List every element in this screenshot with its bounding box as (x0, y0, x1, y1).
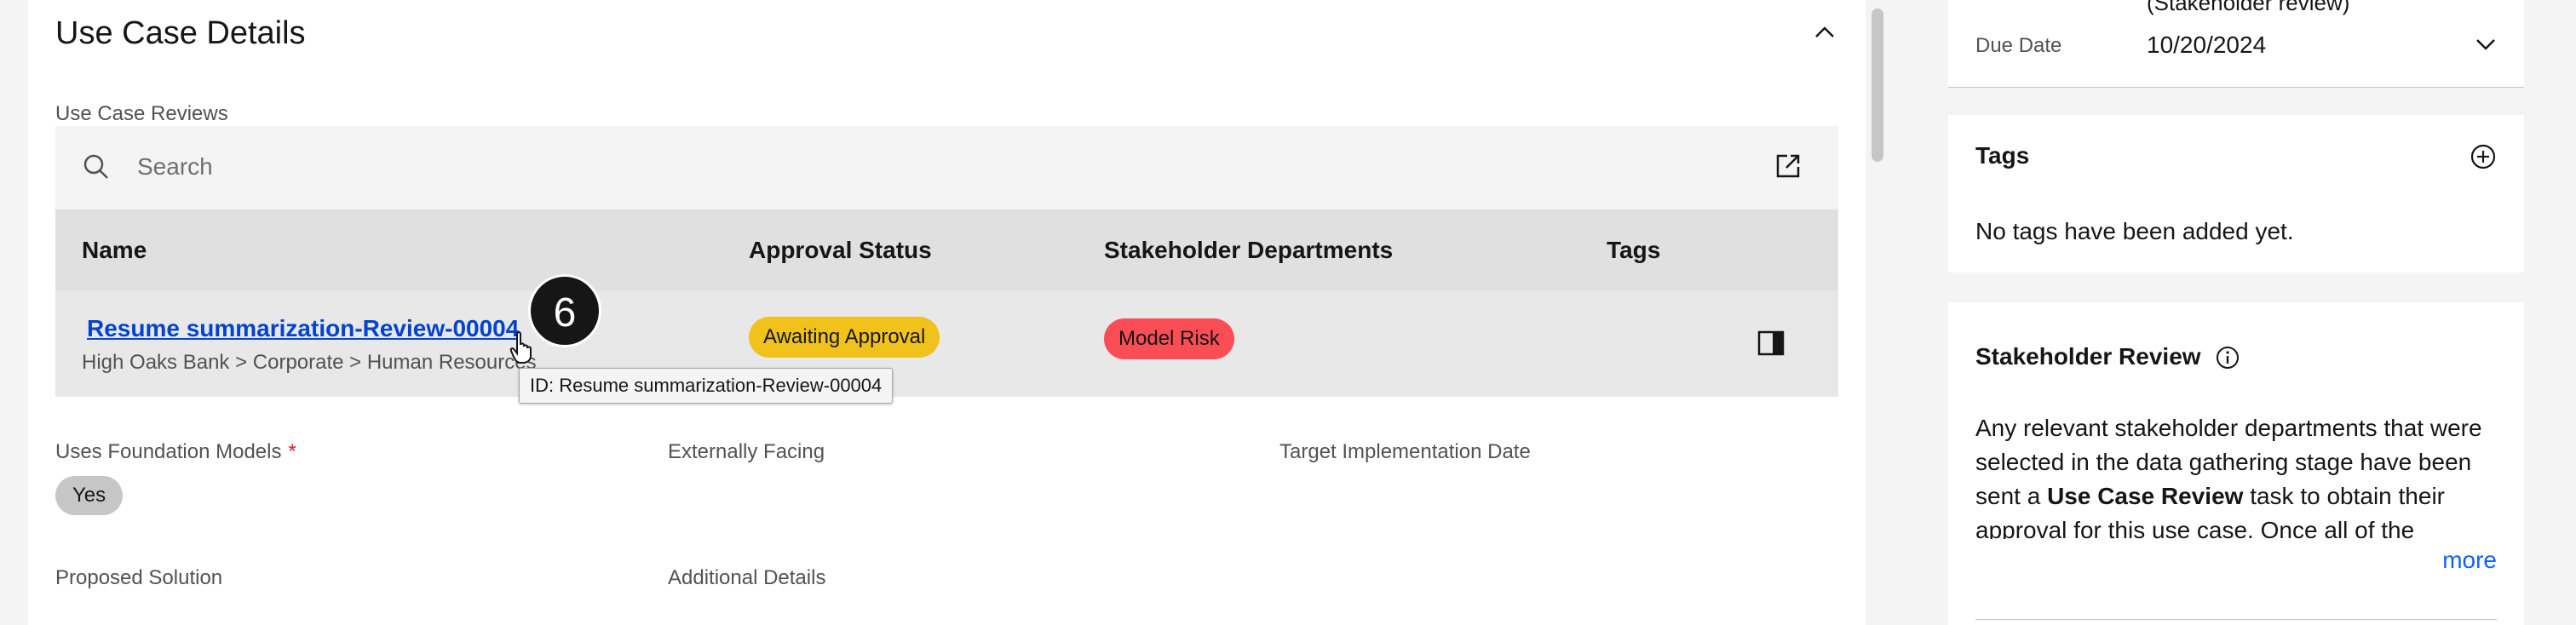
department-tag: Model Risk (1104, 318, 1234, 359)
side-panel-icon[interactable] (1757, 330, 1785, 356)
column-header-tags[interactable]: Tags (1607, 237, 1660, 264)
required-indicator: * (288, 440, 296, 463)
tooltip: ID: Resume summarization-Review-00004 (519, 368, 894, 404)
proposed-solution-label: Proposed Solution (55, 566, 223, 589)
column-header-name[interactable]: Name (82, 237, 147, 264)
table-header: Name Approval Status Stakeholder Departm… (55, 209, 1838, 291)
step-badge: 6 (528, 274, 601, 347)
chevron-down-icon[interactable] (2475, 36, 2497, 53)
uses-foundation-models-label: Uses Foundation Models * (55, 440, 296, 463)
info-icon[interactable] (2215, 345, 2240, 370)
divider (1975, 619, 2497, 620)
tags-card: Tags No tags have been added yet. (1948, 115, 2524, 272)
hand-pointer-icon (509, 331, 532, 364)
use-case-reviews-label: Use Case Reviews (55, 102, 228, 125)
divider (1948, 87, 2524, 88)
section-title: Use Case Details (55, 15, 306, 51)
add-icon[interactable] (2470, 143, 2497, 170)
search-icon (83, 154, 108, 179)
search-bar[interactable]: Search (55, 126, 1838, 209)
clipped-status-text: (Stakeholder review) (2147, 0, 2350, 15)
review-path: High Oaks Bank > Corporate > Human Resou… (82, 351, 537, 374)
tags-title: Tags (1975, 142, 2030, 169)
additional-details-label: Additional Details (668, 566, 826, 589)
stakeholder-review-title: Stakeholder Review (1975, 343, 2201, 370)
search-input[interactable]: Search (137, 153, 213, 181)
target-implementation-date-label: Target Implementation Date (1279, 440, 1531, 463)
stakeholder-review-card: Stakeholder Review Any relevant stakehol… (1948, 302, 2524, 625)
column-header-approval-status[interactable]: Approval Status (749, 237, 932, 264)
stakeholder-review-description: Any relevant stakeholder departments tha… (1975, 415, 2482, 539)
uses-foundation-models-value: Yes (55, 476, 124, 515)
due-date-value: 10/20/2024 (2147, 32, 2267, 58)
due-date-card: (Stakeholder review) Due Date 10/20/2024 (1948, 0, 2524, 88)
due-date-label: Due Date (1975, 34, 2062, 57)
chevron-up-icon[interactable] (1813, 24, 1837, 41)
launch-icon[interactable] (1774, 152, 1803, 181)
more-link[interactable]: more (2442, 547, 2497, 574)
externally-facing-label: Externally Facing (668, 440, 825, 463)
tags-empty-text: No tags have been added yet. (1975, 218, 2294, 244)
table-row[interactable]: Resume summarization-Review-00004 High O… (55, 291, 1838, 397)
review-name-link[interactable]: Resume summarization-Review-00004 (87, 315, 519, 342)
column-header-stakeholder-departments[interactable]: Stakeholder Departments (1104, 237, 1393, 264)
main-scrollbar-thumb[interactable] (1872, 9, 1883, 162)
approval-status-badge: Awaiting Approval (749, 317, 940, 358)
